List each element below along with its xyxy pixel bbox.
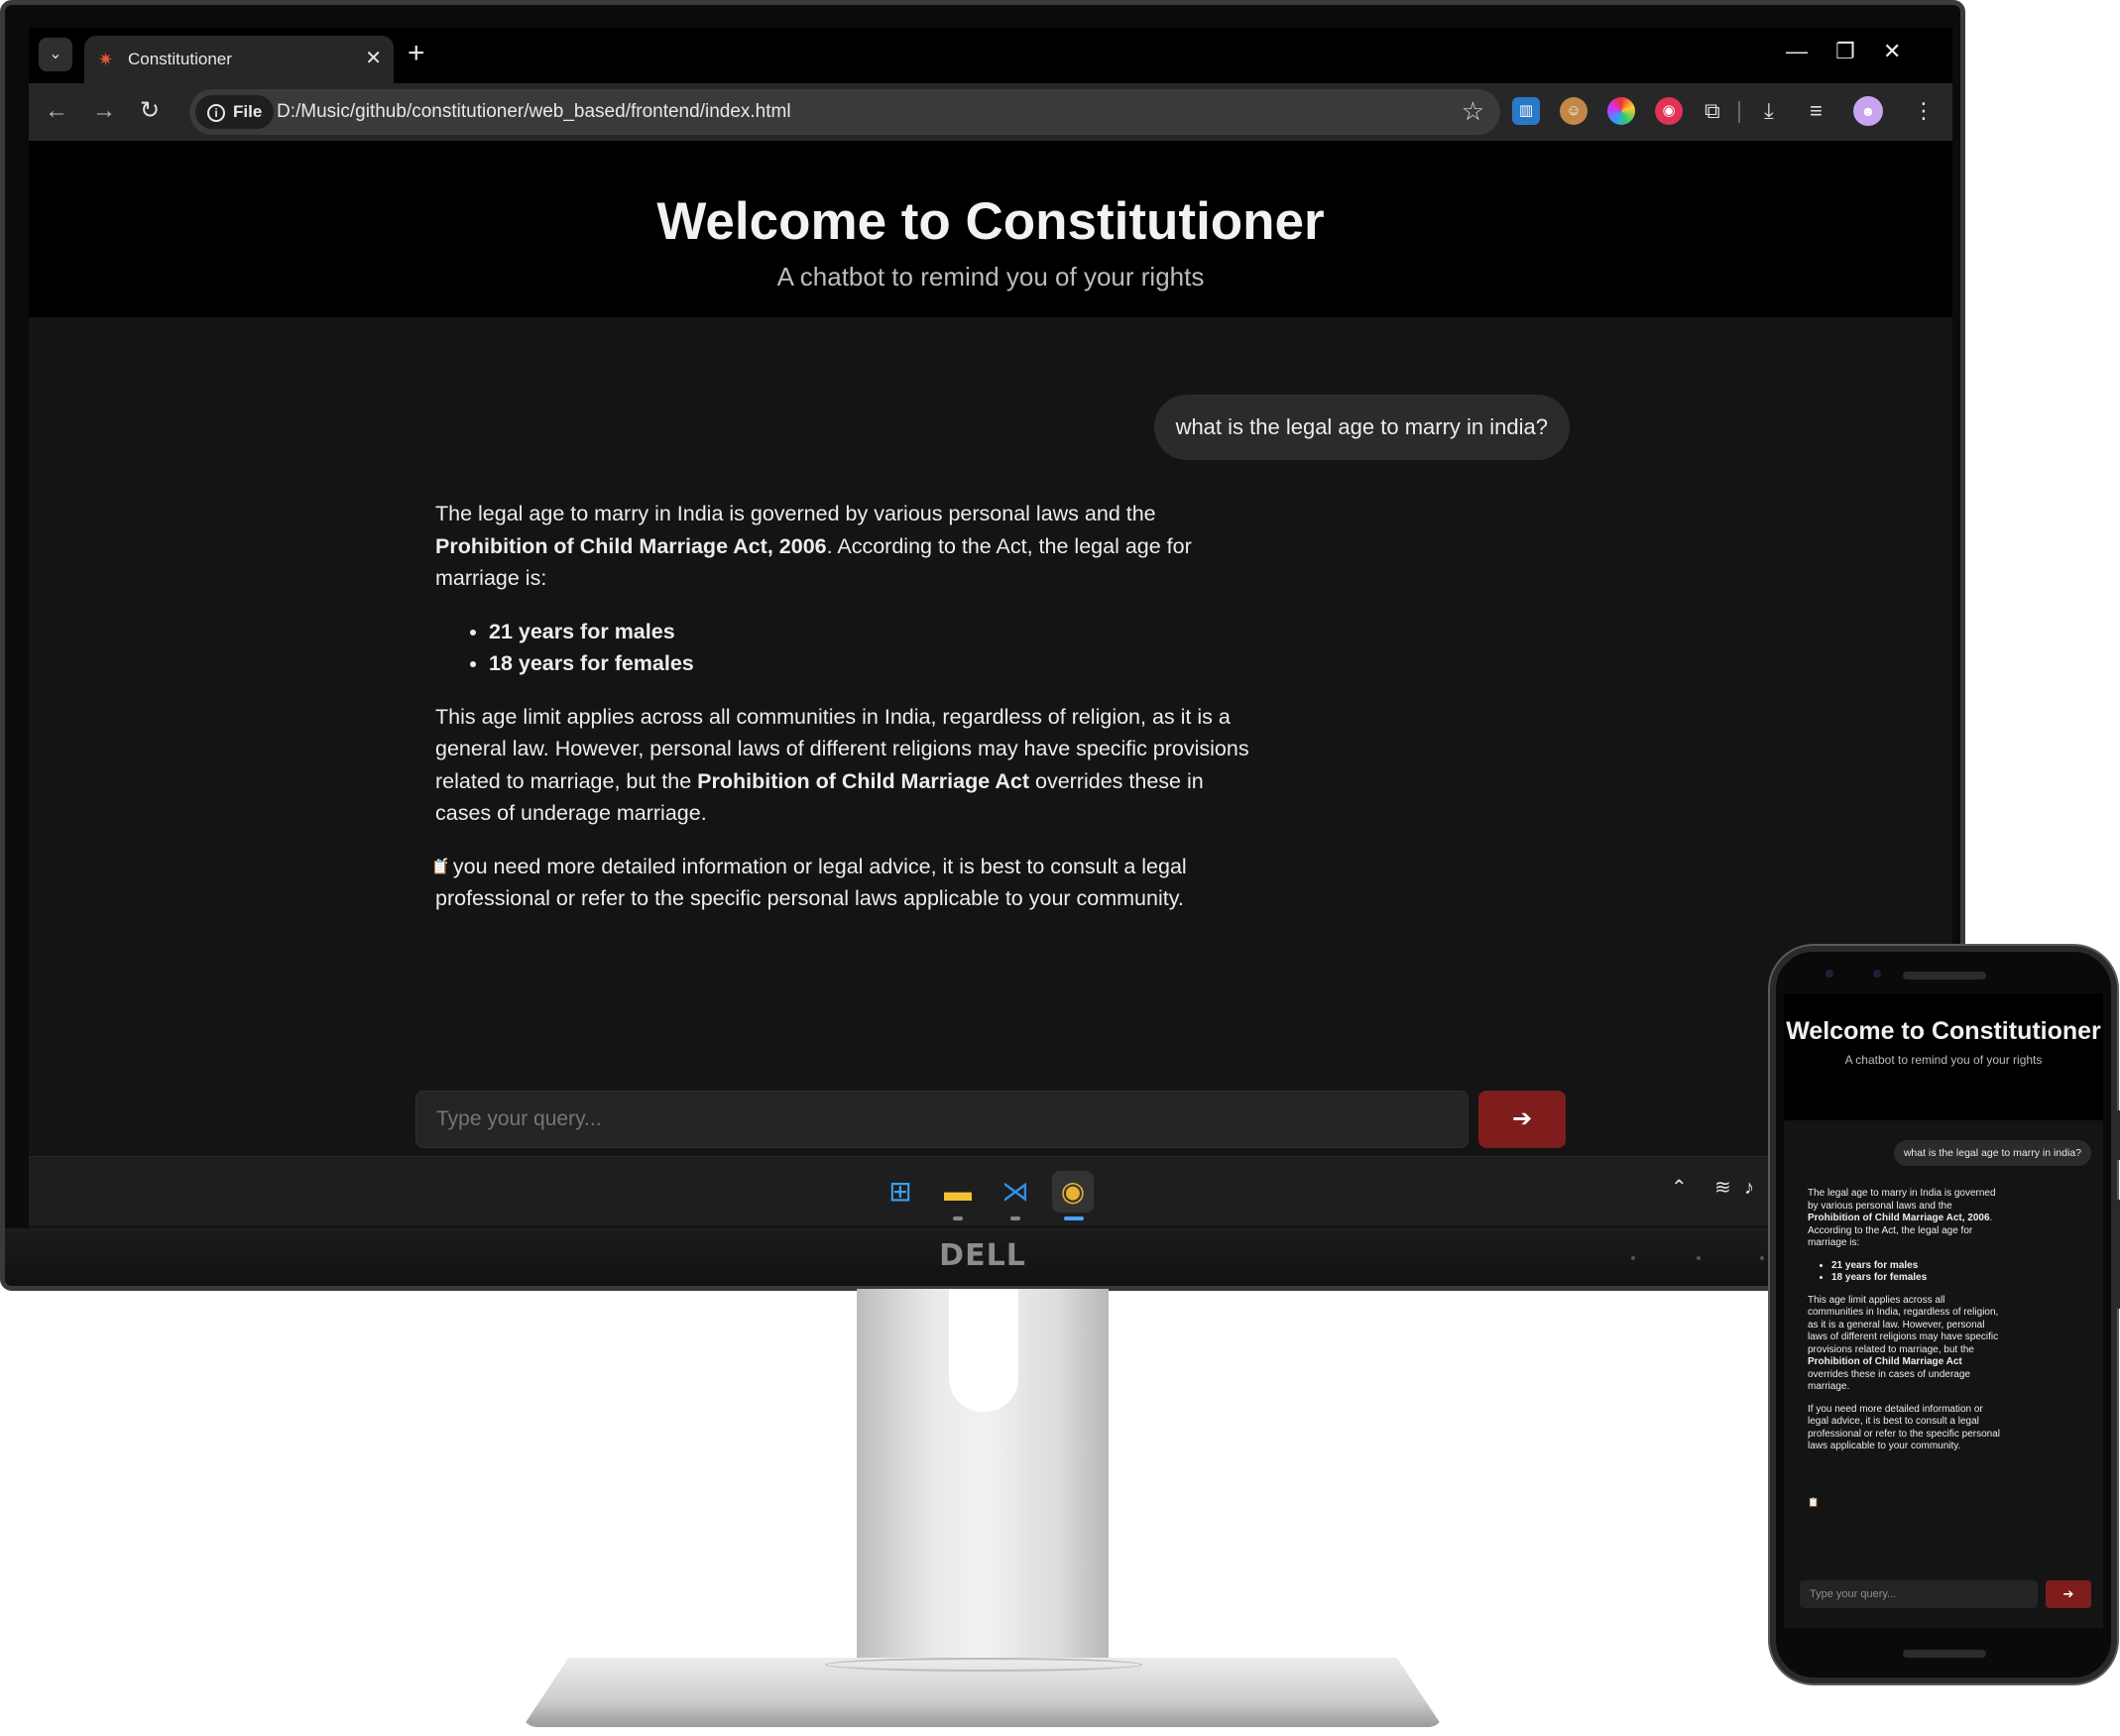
info-icon: i [207,103,225,122]
monitor-stand-cable-slot [949,1289,1018,1412]
tab-constitutioner[interactable]: ✷ Constitutioner ✕ [84,36,394,83]
browser-toolbar: ← → ↻ i File D:/Music/github/constitution… [29,83,1952,141]
file-explorer-icon[interactable]: ▬ [937,1171,979,1213]
monitor-screen: ⌄ ✷ Constitutioner ✕ + — ❐ ✕ ← → ↻ i File… [29,28,1952,1237]
mobile-page-subtitle: A chatbot to remind you of your rights [1844,1053,2043,1067]
bot-text: The legal age to marry in India is gover… [435,502,1156,525]
bot-bold-text: Prohibition of Child Marriage Act [697,768,1029,793]
phone-volume-button [2116,1200,2120,1309]
extensions-puzzle-icon[interactable]: ⧉ [1705,97,1720,125]
os-taskbar: ⊞ ▬ ⋊ ◉ ⌃ ≋ ♪ [29,1156,1952,1225]
mobile-phone: Welcome to Constitutioner A chatbot to r… [1770,946,2120,1683]
site-info-chip[interactable]: i File [195,95,275,129]
sensor-icon [1873,970,1881,978]
address-bar[interactable]: i File D:/Music/github/constitutioner/web… [189,89,1500,135]
bot-list: 21 years for males 18 years for females [1831,1260,2002,1285]
bot-response: The legal age to marry in India is gover… [435,498,1262,936]
bot-bold-text: Prohibition of Child Marriage Act, 2006 [435,533,827,558]
window-close-icon[interactable]: ✕ [1883,40,1901,63]
mobile-user-message-bubble: what is the legal age to marry in india? [1893,1140,2091,1166]
desktop-monitor: ⌄ ✷ Constitutioner ✕ + — ❐ ✕ ← → ↻ i File… [0,0,1965,1291]
list-item: 21 years for males [1831,1260,2002,1273]
bot-paragraph: If you need more detailed information or… [435,854,1187,911]
running-indicator [953,1216,963,1220]
bot-text: This age limit applies across all commun… [1808,1294,1999,1355]
tray-overflow-icon[interactable]: ⌃ [1671,1175,1688,1201]
page-header: Welcome to Constitutioner A chatbot to r… [29,141,1952,317]
url-text[interactable]: D:/Music/github/constitutioner/web_based… [277,101,791,123]
tab-search-icon[interactable]: ⌄ [39,38,72,71]
phone-screen: Welcome to Constitutioner A chatbot to r… [1784,993,2103,1628]
bookmark-star-icon[interactable]: ☆ [1462,97,1484,125]
profile-avatar[interactable]: ☻ [1853,96,1883,126]
mobile-bot-response: The legal age to marry in India is gover… [1808,1188,2002,1463]
page-title: Welcome to Constitutioner [656,192,1325,251]
windows-start-icon[interactable]: ⊞ [880,1171,921,1213]
volume-icon[interactable]: ♪ [1744,1175,1754,1201]
monitor-stand-pivot [825,1658,1142,1672]
bot-text: overrides these in cases of underage mar… [1808,1368,1970,1393]
bot-list: 21 years for males 18 years for females [489,616,1262,680]
wifi-icon[interactable]: ≋ [1714,1175,1731,1201]
send-button[interactable]: ➔ [1478,1091,1566,1148]
extension-face-icon[interactable]: ☺ [1560,97,1588,125]
mobile-query-input[interactable]: Type your query... [1800,1580,2038,1608]
reader-extension-icon[interactable]: ▥ [1512,97,1540,125]
user-message-bubble: what is the legal age to marry in india? [1153,395,1570,460]
active-indicator [1064,1216,1084,1220]
running-indicator [1010,1216,1020,1220]
camera-icon [1826,970,1833,978]
media-control-icon[interactable]: ≡ [1810,97,1823,125]
mobile-page-header: Welcome to Constitutioner A chatbot to r… [1784,993,2103,1120]
mobile-send-button[interactable]: ➔ [2046,1580,2091,1608]
browser-tab-strip: ⌄ ✷ Constitutioner ✕ + — ❐ ✕ [29,28,1952,83]
reload-icon[interactable]: ↻ [140,97,160,125]
page-subtitle: A chatbot to remind you of your rights [776,262,1205,291]
bot-text: The legal age to marry in India is gover… [1808,1188,1996,1212]
bot-paragraph: If you need more detailed information or… [1808,1403,2000,1452]
dell-logo: DELL [939,1238,1026,1273]
restore-icon[interactable]: ❐ [1835,40,1855,63]
bot-bold-text: Prohibition of Child Marriage Act, 2006 [1808,1213,1990,1223]
forward-icon[interactable]: → [92,97,116,125]
mobile-copy-clipboard-icon[interactable]: 📋 [1808,1497,1819,1508]
list-item: 18 years for females [1831,1272,2002,1285]
phone-side-button [2116,1110,2120,1160]
phone-chin-speaker [1903,1650,1986,1658]
close-icon[interactable]: ✕ [365,46,382,70]
monitor-bezel: DELL [5,1228,1960,1286]
toolbar-separator [1738,101,1740,123]
list-item: 18 years for females [489,647,1262,680]
chat-page: Welcome to Constitutioner A chatbot to r… [29,141,1952,1156]
phone-speaker [1903,972,1986,980]
record-extension-icon[interactable]: ◉ [1655,97,1683,125]
back-icon[interactable]: ← [45,97,68,125]
bot-paragraph: The legal age to marry in India is gover… [435,498,1262,595]
bezel-button [1697,1256,1701,1260]
chrome-icon[interactable]: ◉ [1052,1171,1094,1213]
color-picker-extension-icon[interactable] [1607,97,1635,125]
favicon-icon: ✷ [98,50,114,69]
menu-icon[interactable]: ⋮ [1913,97,1935,125]
bezel-button [1631,1256,1635,1260]
mobile-page-title: Welcome to Constitutioner [1786,1017,2101,1045]
bot-bold-text: Prohibition of Child Marriage Act [1808,1356,1962,1367]
minimize-icon[interactable]: — [1786,40,1808,63]
bot-paragraph: This age limit applies across all commun… [1808,1295,2002,1394]
tab-title: Constitutioner [128,50,232,68]
list-item: 21 years for males [489,616,1262,648]
copy-clipboard-icon[interactable]: 📋 [431,857,448,876]
new-tab-icon[interactable]: + [408,38,425,69]
bezel-button [1760,1256,1764,1260]
bot-paragraph: This age limit applies across all commun… [435,701,1262,830]
download-icon[interactable]: ⤓ [1764,97,1774,125]
query-input[interactable] [415,1091,1469,1148]
file-label: File [233,102,263,121]
bot-paragraph: The legal age to marry in India is gover… [1808,1188,2002,1250]
vscode-icon[interactable]: ⋊ [995,1171,1036,1213]
